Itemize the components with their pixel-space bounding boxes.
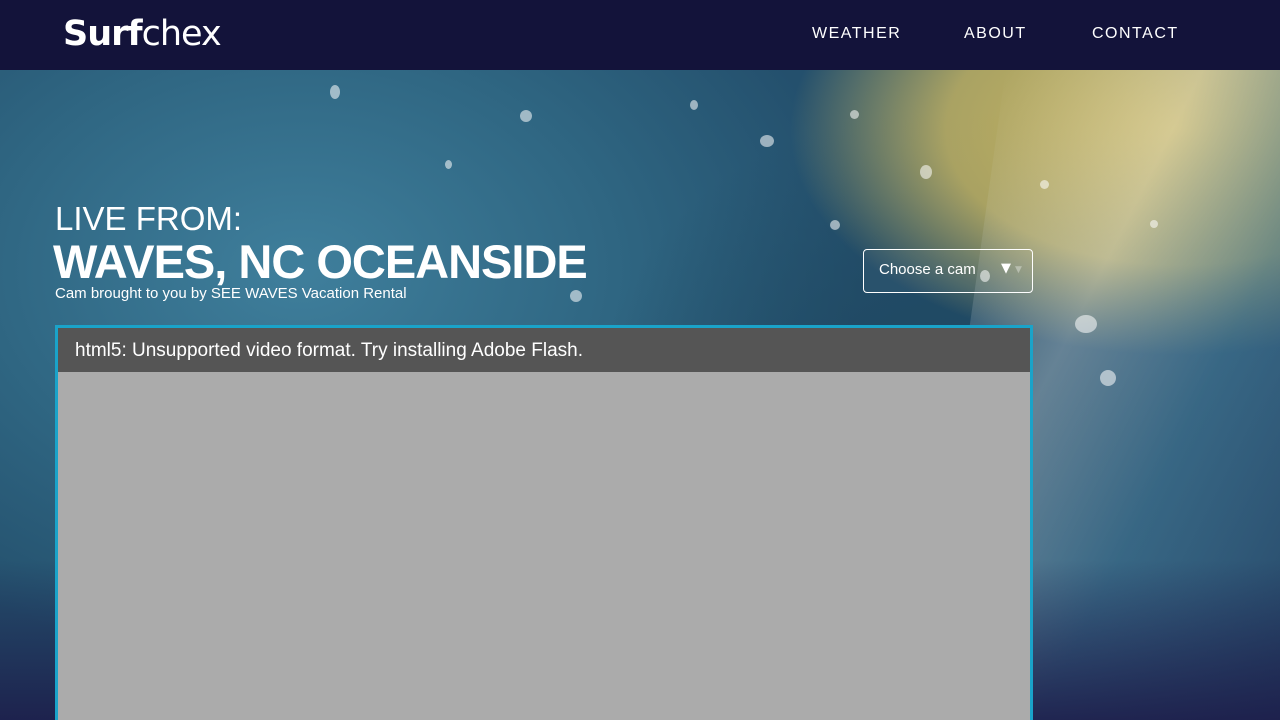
surfchex-logo[interactable]: Surfchex [63,14,222,54]
cam-sponsor-text: Cam brought to you by SEE WAVES Vacation… [55,285,407,302]
dropdown-caret-icon: ▼ [1015,265,1022,275]
nav-link-contact[interactable]: CONTACT [1092,24,1179,44]
nav-link-about[interactable]: ABOUT [964,24,1027,44]
cam-selector-dropdown[interactable]: Choose a cam ▼ ▼ [863,249,1033,293]
nav-link-weather[interactable]: WEATHER [812,24,901,44]
logo-light-text: chex [141,14,222,54]
cam-selector-label: Choose a cam [879,261,976,278]
logo-bold-text: Surf [63,14,143,54]
chevron-down-icon: ▼ [1001,261,1011,276]
video-player[interactable]: html5: Unsupported video format. Try ins… [55,325,1033,720]
live-from-label: LIVE FROM: [55,200,243,237]
video-error-message: html5: Unsupported video format. Try ins… [75,340,583,361]
cam-location-title: WAVES, NC OCEANSIDE [53,235,588,288]
video-error-bar: html5: Unsupported video format. Try ins… [58,328,1030,372]
top-navigation-bar: Surfchex WEATHER ABOUT CONTACT [0,0,1280,70]
